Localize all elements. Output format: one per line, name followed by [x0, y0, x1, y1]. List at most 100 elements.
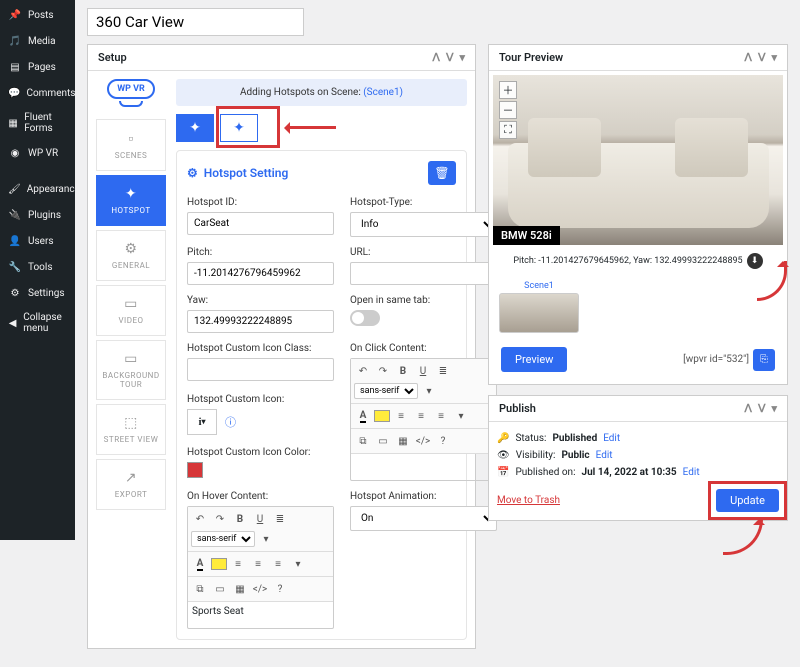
help-icon[interactable]: ? [271, 580, 289, 598]
edit-status-link[interactable]: Edit [603, 433, 620, 444]
publish-status-row: 🔑 Status: Published Edit [497, 430, 779, 447]
menu-users[interactable]: 👤Users [0, 228, 75, 254]
delete-hotspot-button[interactable]: 🗑 [428, 161, 456, 185]
underline-icon[interactable]: U [251, 510, 269, 528]
menu-media[interactable]: 🎵Media [0, 28, 75, 54]
redo-icon[interactable]: ↷ [374, 362, 392, 380]
align-center-icon[interactable]: ≡ [249, 555, 267, 573]
menu-collapse[interactable]: ◀Collapse menu [0, 306, 75, 340]
menu-settings[interactable]: ⚙Settings [0, 280, 75, 306]
info-icon[interactable]: ⓘ [225, 414, 236, 430]
onhover-content-input[interactable]: Sports Seat [188, 602, 333, 628]
add-hotspot-button[interactable]: ✦ [220, 114, 258, 142]
url-input[interactable] [350, 262, 497, 285]
field-animation: Hotspot Animation: On [350, 491, 497, 531]
more-icon[interactable]: ▾ [257, 530, 275, 548]
align-left-icon[interactable]: ≡ [229, 555, 247, 573]
menu-posts[interactable]: 📌Posts [0, 2, 75, 28]
help-icon[interactable]: ? [434, 432, 452, 450]
tab-hotspot[interactable]: ✦HOTSPOT [96, 175, 166, 226]
tab-scenes[interactable]: ▫SCENES [96, 119, 166, 171]
hotspot-type-select[interactable]: Info [350, 212, 497, 237]
shortcode-text: [wpvr id="532"] [683, 354, 749, 365]
image-icon[interactable]: ▭ [374, 432, 392, 450]
chevron-up-icon[interactable]: ᐱ [432, 51, 440, 64]
yaw-input[interactable] [187, 310, 334, 333]
table-icon[interactable]: ▦ [394, 432, 412, 450]
code-icon[interactable]: </> [414, 432, 432, 450]
edit-date-link[interactable]: Edit [683, 467, 700, 478]
icon-picker-button[interactable]: i ▾ [187, 409, 217, 435]
textcolor-icon[interactable]: A [354, 407, 372, 425]
panorama-viewer[interactable]: ＋ － ⛶ BMW 528i [493, 75, 783, 245]
update-button[interactable]: Update [716, 489, 779, 512]
icon-color-picker[interactable] [187, 462, 203, 478]
move-to-trash-link[interactable]: Move to Trash [497, 495, 560, 506]
highlight-icon[interactable] [374, 410, 390, 422]
hotspot-tab-1[interactable]: ✦ [176, 114, 214, 142]
zoom-out-button[interactable]: － [499, 101, 517, 119]
font-select[interactable]: sans-serif [191, 531, 255, 547]
tab-export[interactable]: ↗EXPORT [96, 459, 166, 510]
menu-plugins[interactable]: 🔌Plugins [0, 202, 75, 228]
menu-fluent-forms[interactable]: ▦Fluent Forms [0, 106, 75, 140]
more2-icon[interactable]: ▾ [289, 555, 307, 573]
scene-thumb[interactable]: Scene1 [499, 279, 579, 333]
caret-icon[interactable]: ▾ [771, 51, 777, 64]
copy-shortcode-button[interactable]: ⎘ [753, 349, 775, 371]
scene-link[interactable]: (Scene1) [363, 87, 403, 98]
caret-icon[interactable]: ▾ [459, 51, 465, 64]
same-tab-toggle[interactable] [350, 310, 380, 326]
code-icon[interactable]: </> [251, 580, 269, 598]
chevron-up-icon[interactable]: ᐱ [744, 51, 752, 64]
more2-icon[interactable]: ▾ [452, 407, 470, 425]
copy-coords-button[interactable]: ⬇ [747, 253, 763, 269]
chevron-down-icon[interactable]: ᐯ [446, 51, 454, 64]
align-right-icon[interactable]: ≡ [269, 555, 287, 573]
menu-tools[interactable]: 🔧Tools [0, 254, 75, 280]
tab-video[interactable]: ▭VIDEO [96, 285, 166, 336]
link-icon[interactable]: ⧉ [354, 432, 372, 450]
undo-icon[interactable]: ↶ [354, 362, 372, 380]
list-icon[interactable]: ≣ [271, 510, 289, 528]
redo-icon[interactable]: ↷ [211, 510, 229, 528]
bold-icon[interactable]: B [231, 510, 249, 528]
align-left-icon[interactable]: ≡ [392, 407, 410, 425]
menu-pages[interactable]: ▤Pages [0, 54, 75, 80]
preview-button[interactable]: Preview [501, 347, 567, 372]
tour-preview-panel: Tour Preview ᐱᐯ▾ ＋ － ⛶ BMW 528i Pi [488, 44, 788, 385]
link-icon[interactable]: ⧉ [191, 580, 209, 598]
tab-street-view[interactable]: ⬚STREET VIEW [96, 404, 166, 455]
highlight-icon[interactable] [211, 558, 227, 570]
menu-wpvr[interactable]: ◉WP VR [0, 140, 75, 166]
menu-comments[interactable]: 💬Comments [0, 80, 75, 106]
underline-icon[interactable]: U [414, 362, 432, 380]
image-icon[interactable]: ▭ [211, 580, 229, 598]
onclick-content-input[interactable] [351, 454, 496, 480]
caret-icon[interactable]: ▾ [771, 402, 777, 415]
more-icon[interactable]: ▾ [420, 382, 438, 400]
pitch-input[interactable] [187, 262, 334, 285]
hotspot-id-input[interactable] [187, 212, 334, 235]
undo-icon[interactable]: ↶ [191, 510, 209, 528]
list-icon[interactable]: ≣ [434, 362, 452, 380]
table-icon[interactable]: ▦ [231, 580, 249, 598]
align-center-icon[interactable]: ≡ [412, 407, 430, 425]
field-url: URL: [350, 247, 497, 285]
fullscreen-button[interactable]: ⛶ [499, 121, 517, 139]
animation-select[interactable]: On [350, 506, 497, 531]
chevron-down-icon[interactable]: ᐯ [758, 402, 766, 415]
font-select[interactable]: sans-serif [354, 383, 418, 399]
chevron-up-icon[interactable]: ᐱ [744, 402, 752, 415]
tab-background-tour[interactable]: ▭BACKGROUND TOUR [96, 340, 166, 400]
zoom-in-button[interactable]: ＋ [499, 81, 517, 99]
tab-general[interactable]: ⚙GENERAL [96, 230, 166, 281]
bold-icon[interactable]: B [394, 362, 412, 380]
chevron-down-icon[interactable]: ᐯ [758, 51, 766, 64]
icon-class-input[interactable] [187, 358, 334, 381]
menu-appearance[interactable]: 🖌Appearance [0, 176, 75, 202]
edit-visibility-link[interactable]: Edit [596, 450, 613, 461]
tour-title-input[interactable] [87, 8, 304, 36]
textcolor-icon[interactable]: A [191, 555, 209, 573]
align-right-icon[interactable]: ≡ [432, 407, 450, 425]
